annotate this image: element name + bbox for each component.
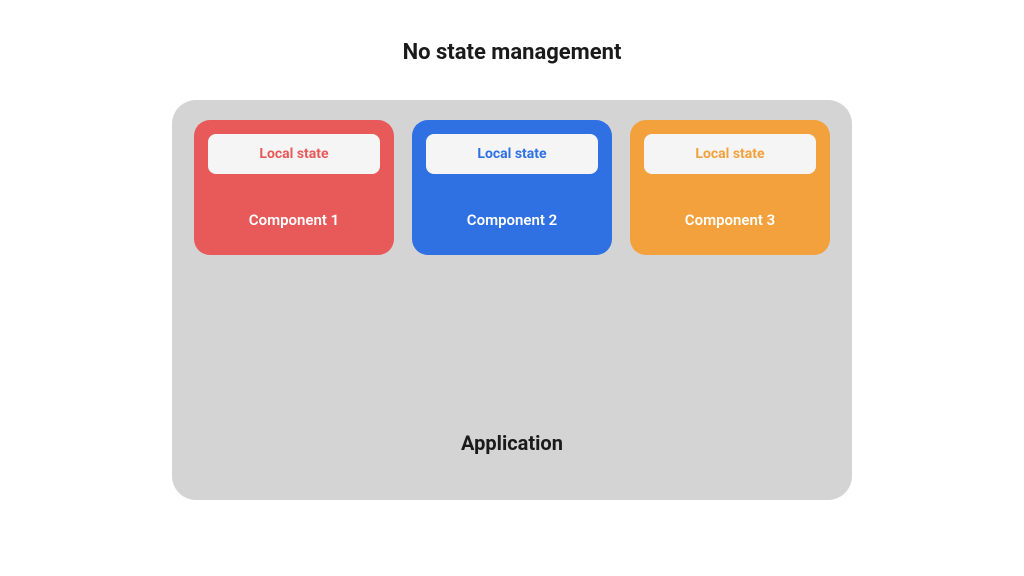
local-state-badge: Local state — [208, 134, 380, 174]
component-card-3: Local state Component 3 — [630, 120, 830, 255]
component-label: Component 3 — [685, 211, 775, 229]
component-label: Component 2 — [467, 211, 557, 229]
component-card-1: Local state Component 1 — [194, 120, 394, 255]
components-row: Local state Component 1 Local state Comp… — [194, 120, 830, 255]
component-label: Component 1 — [249, 211, 339, 229]
component-card-2: Local state Component 2 — [412, 120, 612, 255]
diagram-title: No state management — [403, 40, 622, 65]
local-state-badge: Local state — [426, 134, 598, 174]
application-label: Application — [194, 431, 830, 455]
local-state-badge: Local state — [644, 134, 816, 174]
application-container: Local state Component 1 Local state Comp… — [172, 100, 852, 500]
